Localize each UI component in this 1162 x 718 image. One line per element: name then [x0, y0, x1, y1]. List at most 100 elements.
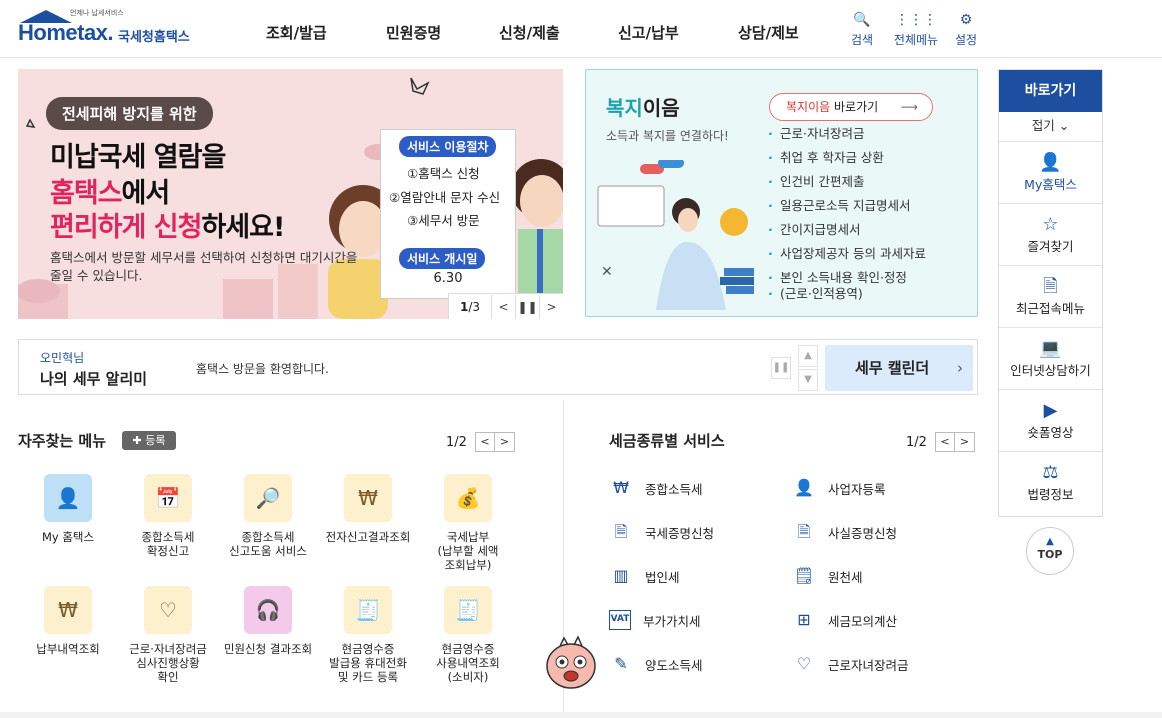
- star-icon: ☆: [1042, 214, 1059, 235]
- notice-down-button[interactable]: ▼: [798, 369, 818, 391]
- mascot-chatbot-icon[interactable]: [540, 632, 602, 694]
- recent-icon: 🗎: [1043, 276, 1058, 297]
- welfare-card: 복지이음 소득과 복지를 연결하다! 복지이음 바로가기 ⟶ ✕ 근로·자녀장려…: [585, 69, 978, 317]
- tax-svc-corporate[interactable]: ▥ 법인세: [609, 564, 680, 588]
- settings-button[interactable]: ⚙ 설정: [946, 12, 986, 48]
- heart-search-icon: ♡: [144, 586, 192, 634]
- tax-svc-label: 부가가치세: [643, 613, 701, 629]
- welfare-title-b: 이음: [642, 96, 680, 120]
- quick-menu-fold-button[interactable]: 접기 ⌄: [999, 112, 1102, 142]
- header: 언제나 납세서비스 Hometax. 국세청홈택스 조회/발급 민원증명 신청/…: [0, 0, 1162, 58]
- banner-headline-1: 미납국세 열람을: [50, 142, 226, 173]
- freq-prev-button[interactable]: <: [474, 432, 495, 452]
- start-date-title: 서비스 개시일: [399, 248, 486, 269]
- search-button[interactable]: 🔍 검색: [842, 12, 882, 48]
- welfare-subtitle: 소득과 복지를 연결하다!: [606, 129, 729, 143]
- tax-calendar-label: 세무 캘린더: [855, 359, 930, 377]
- freq-my-hometax[interactable]: 👤 My 홈택스: [22, 474, 114, 544]
- banner-pause-button[interactable]: ❚❚: [515, 294, 539, 319]
- all-menu-button[interactable]: ⋮⋮⋮ 전체메뉴: [890, 12, 942, 48]
- notice-up-button[interactable]: ▲: [798, 345, 818, 367]
- procedure-step-3: ③세무서 방문: [407, 213, 480, 228]
- banner-prev-button[interactable]: <: [491, 294, 515, 319]
- freq-income-tax-help[interactable]: 🔎 종합소득세 신고도움 서비스: [222, 474, 314, 558]
- tax-svc-label: 국세증명신청: [645, 525, 715, 541]
- quick-shortform-video[interactable]: ▶ 숏폼영상: [999, 390, 1102, 452]
- freq-eitc-status[interactable]: ♡ 근로·자녀장려금 심사진행상황 확인: [122, 586, 214, 684]
- tax-svc-transfer-income[interactable]: ✎ 양도소득세: [609, 652, 702, 676]
- procedure-title: 서비스 이용절차: [399, 136, 497, 157]
- freq-cash-receipt-register[interactable]: 🧾 현금영수증 발급용 휴대전화 및 카드 등록: [322, 586, 414, 684]
- tax-svc-tax-certificate[interactable]: 🗎 국세증명신청: [609, 520, 714, 544]
- freq-cash-receipt-history[interactable]: 🧾 현금영수증 사용내역조회 (소비자): [422, 586, 514, 684]
- welfare-item[interactable]: 취업 후 학자금 상환: [768, 150, 926, 174]
- tax-svc-label: 종합소득세: [645, 481, 703, 497]
- notice-message: 홈택스 방문을 환영합니다.: [196, 362, 329, 376]
- welfare-go-button[interactable]: 복지이음 바로가기 ⟶: [769, 93, 933, 121]
- money-hand-icon: ₩: [613, 478, 629, 497]
- quick-favorites[interactable]: ☆ 즐겨찾기: [999, 204, 1102, 266]
- tax-svc-business-registration[interactable]: 👤 사업자등록: [792, 476, 885, 500]
- welfare-item[interactable]: 근로·자녀장려금: [768, 126, 926, 150]
- tax-svc-fact-certificate[interactable]: 🗎 사실증명신청: [792, 520, 897, 544]
- settings-label: 설정: [954, 33, 978, 47]
- welfare-item[interactable]: 본인 소득내용 확인·정정: [768, 270, 926, 286]
- nav-report[interactable]: 신고/납부: [618, 22, 679, 43]
- freq-next-button[interactable]: >: [494, 432, 515, 452]
- notice-pause-button[interactable]: ❚❚: [771, 357, 791, 379]
- scroll-top-button[interactable]: ▲ TOP: [1026, 527, 1074, 575]
- freq-label: 납부내역조회: [36, 642, 100, 656]
- freq-label: 종합소득세 신고도움 서비스: [229, 530, 307, 558]
- search-icon: 🔍: [853, 12, 871, 28]
- procedure-step-1: ①홈택스 신청: [407, 166, 480, 181]
- quick-my-hometax[interactable]: 👤 My홈택스: [999, 142, 1102, 204]
- hometax-logo[interactable]: 언제나 납세서비스 Hometax. 국세청홈택스: [18, 8, 208, 50]
- freq-label: 국세납부 (납부할 세액 조회납부): [437, 530, 499, 572]
- welfare-item[interactable]: 인건비 간편제출: [768, 174, 926, 198]
- tax-next-button[interactable]: >: [954, 432, 975, 452]
- main-banner[interactable]: 전세피해 방지를 위한 미납국세 열람을 홈택스에서 편리하게 신청하세요! 홈…: [18, 69, 563, 319]
- welfare-link-red: 복지이음: [786, 100, 831, 114]
- welfare-item[interactable]: 사업장제공자 등의 과세자료: [768, 246, 926, 270]
- tax-calendar-button[interactable]: 세무 캘린더 ›: [825, 345, 973, 391]
- start-date-value: 6.30: [433, 271, 463, 286]
- tax-svc-eitc[interactable]: ♡ 근로자녀장려금: [792, 652, 909, 676]
- tax-svc-comprehensive-income[interactable]: ₩ 종합소득세: [609, 476, 703, 500]
- notice-title: 나의 세무 알리미: [40, 370, 148, 388]
- freq-income-tax-filing[interactable]: 📅 종합소득세 확정신고: [122, 474, 214, 558]
- tax-svc-label: 법인세: [645, 569, 680, 585]
- nav-apply[interactable]: 신청/제출: [499, 22, 560, 43]
- tax-svc-vat[interactable]: VAT 부가가치세: [609, 608, 701, 632]
- quick-online-consult[interactable]: 💻 인터넷상담하기: [999, 328, 1102, 390]
- nav-inquiry[interactable]: 조회/발급: [266, 22, 327, 43]
- tax-notification-bar: 오민혁님 나의 세무 알리미 홈택스 방문을 환영합니다. ❚❚ ▲ ▼ 세무 …: [18, 339, 978, 395]
- freq-label: 전자신고결과조회: [325, 530, 411, 544]
- banner-page-indicator: 1/3: [449, 300, 491, 314]
- logo-tagline: 언제나 납세서비스: [70, 9, 124, 17]
- welfare-item[interactable]: 간이지급명세서: [768, 222, 926, 246]
- freq-tax-payment[interactable]: 💰 국세납부 (납부할 세액 조회납부): [422, 474, 514, 572]
- tax-svc-withholding[interactable]: 🗒 원천세: [792, 564, 863, 588]
- quick-law-info[interactable]: ⚖ 법령정보: [999, 452, 1102, 514]
- nav-consult[interactable]: 상담/제보: [738, 22, 799, 43]
- tax-svc-simulator[interactable]: ⊞ 세금모의계산: [792, 608, 897, 632]
- quick-menu-panel: 바로가기 접기 ⌄ 👤 My홈택스 ☆ 즐겨찾기 🗎 최근접속메뉴 💻 인터넷상…: [998, 69, 1103, 517]
- freq-menu-title: 자주찾는 메뉴: [18, 432, 107, 450]
- tax-service-title: 세금종류별 서비스: [609, 432, 725, 450]
- banner-next-button[interactable]: >: [539, 294, 563, 319]
- nav-civil[interactable]: 민원증명: [386, 22, 441, 43]
- money-bag-icon: 💰: [444, 474, 492, 522]
- building-icon: ▥: [613, 566, 629, 585]
- freq-payment-history[interactable]: ₩ 납부내역조회: [22, 586, 114, 656]
- quick-recent-menu[interactable]: 🗎 최근접속메뉴: [999, 266, 1102, 328]
- tax-prev-button[interactable]: <: [934, 432, 955, 452]
- freq-civil-result[interactable]: 🎧 민원신청 결과조회: [222, 586, 314, 656]
- svg-text:✕: ✕: [601, 264, 613, 280]
- freq-e-filing-result[interactable]: ₩ 전자신고결과조회: [322, 474, 414, 544]
- welfare-item[interactable]: 일용근로소득 지급명세서: [768, 198, 926, 222]
- welfare-title-a: 복지: [606, 96, 643, 120]
- register-menu-button[interactable]: ✚ 등록: [122, 431, 176, 450]
- quick-item-label: 즐겨찾기: [1027, 239, 1074, 254]
- quick-item-label: 최근접속메뉴: [1015, 301, 1085, 316]
- banner-headline-3b: 하세요!: [201, 212, 285, 243]
